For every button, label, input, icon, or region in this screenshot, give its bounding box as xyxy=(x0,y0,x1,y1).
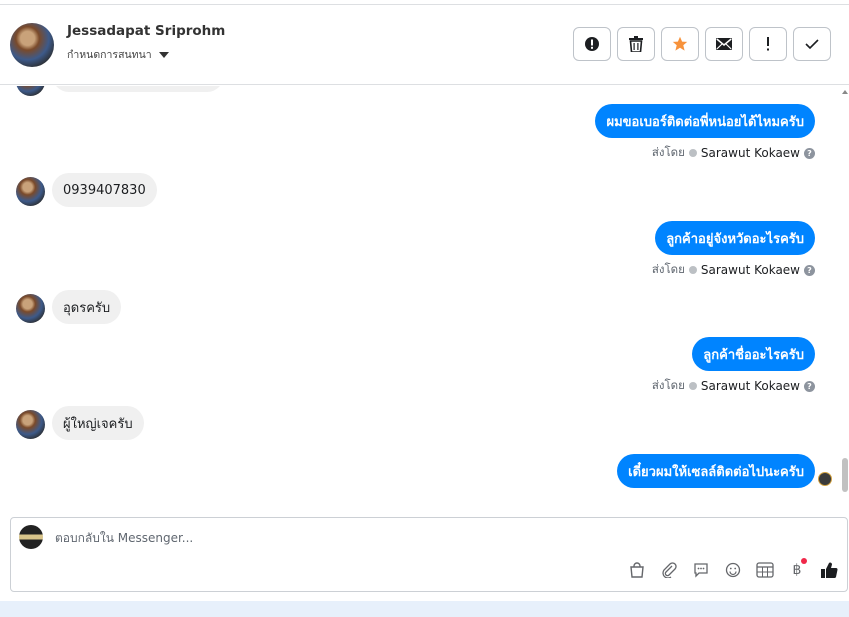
important-button[interactable] xyxy=(749,27,787,61)
star-icon xyxy=(672,36,688,51)
sent-by-line: ส่งโดย Sarawut Kokaew ? xyxy=(652,377,815,395)
help-icon[interactable]: ? xyxy=(804,264,815,276)
contact-avatar-small xyxy=(16,410,45,439)
message-bubble-incoming[interactable]: อุดรครับ xyxy=(52,290,122,324)
conversation-status-label: กำหนดการสนทนา xyxy=(67,49,152,61)
message-bubble-incoming[interactable]: 0939407830 xyxy=(52,173,157,207)
trash-icon xyxy=(629,36,643,52)
sender-dot-icon xyxy=(688,266,697,274)
paperclip-icon[interactable] xyxy=(659,560,679,580)
saved-reply-icon[interactable] xyxy=(691,560,711,580)
sender-name: Sarawut Kokaew xyxy=(700,146,800,160)
done-button[interactable] xyxy=(793,27,831,61)
sender-dot-icon xyxy=(688,149,697,157)
conversation-header: Jessadapat Sriprohm กำหนดการสนทนา xyxy=(0,5,849,85)
page-avatar xyxy=(19,525,43,549)
baht-icon[interactable]: ฿ xyxy=(787,558,807,580)
envelope-icon xyxy=(716,38,732,50)
sent-by-line: ส่งโดย Sarawut Kokaew ? xyxy=(652,261,815,279)
contact-avatar-small xyxy=(16,177,45,206)
emoji-icon[interactable] xyxy=(723,560,743,580)
check-icon xyxy=(805,39,819,50)
scrollbar-thumb[interactable] xyxy=(842,458,848,492)
table-icon[interactable] xyxy=(755,560,775,580)
help-icon[interactable]: ? xyxy=(804,380,815,392)
mark-unread-button[interactable] xyxy=(705,27,743,61)
thread-scrollbar[interactable] xyxy=(841,86,849,511)
scroll-up-arrow-icon[interactable] xyxy=(842,90,848,94)
sent-by-label: ส่งโดย xyxy=(651,145,685,159)
message-bubble-incoming[interactable]: ผู้ใหญ่เจครับ xyxy=(52,406,144,440)
conversation-status-dropdown[interactable]: กำหนดการสนทนา xyxy=(67,46,169,63)
message-bubble-outgoing[interactable]: ผมขอเบอร์ติดต่อพี่หน่อยได้ไหมครับ xyxy=(595,104,815,138)
sender-name: Sarawut Kokaew xyxy=(700,379,800,393)
star-button[interactable] xyxy=(661,27,699,61)
reply-composer: ฿ xyxy=(10,517,848,592)
message-bubble-outgoing[interactable]: ลูกค้าชื่ออะไรครับ xyxy=(692,337,815,371)
contact-avatar[interactable] xyxy=(10,23,54,67)
caret-down-icon xyxy=(158,51,169,58)
alert-circle-icon xyxy=(585,37,599,51)
like-icon[interactable] xyxy=(819,560,839,580)
sent-by-label: ส่งโดย xyxy=(651,262,685,276)
page-footer-band xyxy=(0,601,849,617)
message-bubble-outgoing[interactable]: ลูกค้าอยู่จังหวัดอะไรครับ xyxy=(655,221,815,255)
exclamation-icon xyxy=(767,37,769,51)
message-thread[interactable]: ผมขอเบอร์ติดต่อพี่หน่อยได้ไหมครับ ส่งโดย… xyxy=(0,86,838,511)
contact-avatar-small xyxy=(16,86,45,96)
contact-avatar-small xyxy=(16,294,45,323)
sent-by-label: ส่งโดย xyxy=(651,378,685,392)
sender-name: Sarawut Kokaew xyxy=(700,263,800,277)
reply-input[interactable] xyxy=(55,531,655,545)
shopping-bag-icon[interactable] xyxy=(627,560,647,580)
help-icon[interactable]: ? xyxy=(804,147,815,159)
seen-avatar xyxy=(818,472,832,486)
sent-by-line: ส่งโดย Sarawut Kokaew ? xyxy=(652,144,815,162)
composer-toolbar: ฿ xyxy=(627,558,839,580)
sender-dot-icon xyxy=(688,382,697,390)
delete-button[interactable] xyxy=(617,27,655,61)
conversation-actions xyxy=(573,27,831,61)
spam-button[interactable] xyxy=(573,27,611,61)
contact-name[interactable]: Jessadapat Sriprohm xyxy=(67,23,225,39)
notification-dot xyxy=(801,558,807,564)
message-bubble-outgoing[interactable]: เดี๋ยวผมให้เซลล์ติดต่อไปนะครับ xyxy=(617,454,815,488)
message-bubble-incoming[interactable] xyxy=(52,86,224,92)
